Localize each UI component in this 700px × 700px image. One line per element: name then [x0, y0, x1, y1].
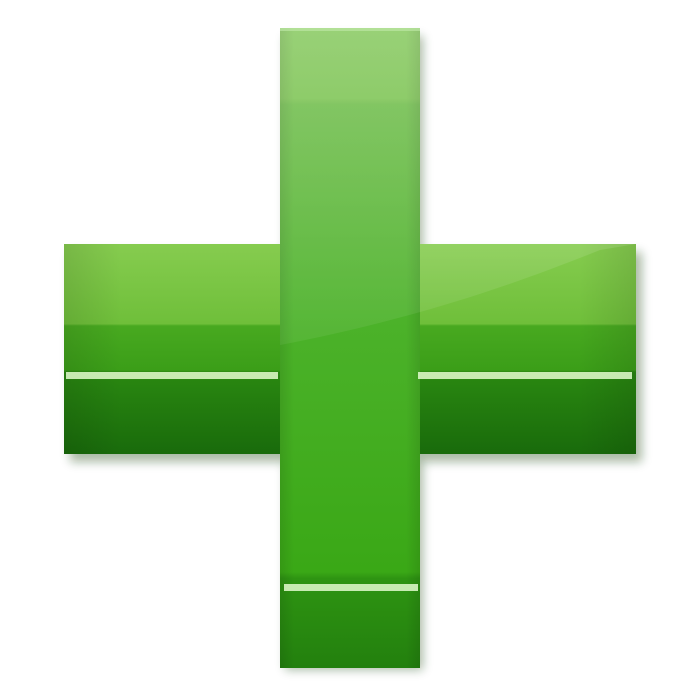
icon-canvas: [0, 0, 700, 700]
plus-icon: [64, 28, 642, 670]
